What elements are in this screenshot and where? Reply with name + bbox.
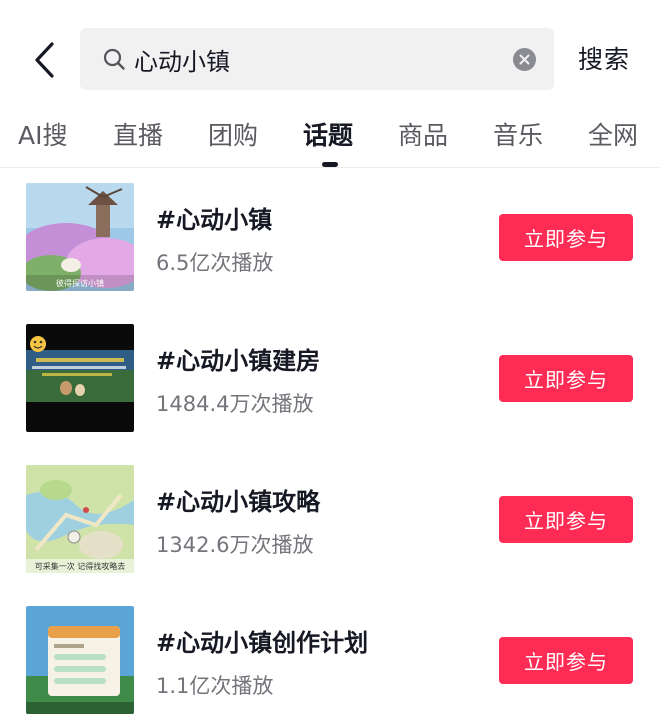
- topic-title: #心动小镇: [156, 206, 273, 234]
- clear-icon: [519, 54, 530, 65]
- search-icon: [103, 48, 125, 70]
- tab-all-web[interactable]: 全网: [588, 116, 638, 152]
- topic-thumbnail: 彼得探访小镇: [26, 183, 134, 291]
- join-topic-button[interactable]: 立即参与: [499, 355, 633, 402]
- tab-topics[interactable]: 话题: [303, 116, 353, 152]
- search-button[interactable]: 搜索: [578, 40, 630, 76]
- topic-play-count: 1.1亿次播放: [156, 674, 274, 698]
- join-topic-button[interactable]: 立即参与: [499, 637, 633, 684]
- topic-thumbnail: [26, 606, 134, 714]
- thumbnail-caption: 彼得探访小镇: [56, 278, 104, 288]
- topic-thumbnail: 可采集一次 记得找攻略去: [26, 465, 134, 573]
- topic-row[interactable]: 彼得探访小镇 #心动小镇 6.5亿次播放 立即参与: [0, 168, 660, 309]
- search-input[interactable]: [134, 38, 494, 80]
- tab-music[interactable]: 音乐: [493, 116, 543, 152]
- chevron-left-icon: [35, 42, 54, 78]
- clear-search-button[interactable]: [513, 48, 536, 71]
- topic-play-count: 6.5亿次播放: [156, 251, 274, 275]
- search-box[interactable]: [80, 28, 554, 90]
- topic-title: #心动小镇创作计划: [156, 629, 369, 657]
- topic-title: #心动小镇攻略: [156, 488, 321, 516]
- tab-group-buy[interactable]: 团购: [208, 116, 258, 152]
- search-header: 搜索: [0, 0, 660, 110]
- join-topic-button[interactable]: 立即参与: [499, 496, 633, 543]
- back-button[interactable]: [22, 36, 66, 84]
- thumbnail-caption: 可采集一次 记得找攻略去: [35, 561, 126, 571]
- tab-ai-search[interactable]: AI搜: [18, 116, 67, 152]
- topic-play-count: 1484.4万次播放: [156, 392, 314, 416]
- topic-play-count: 1342.6万次播放: [156, 533, 314, 557]
- topic-row[interactable]: #心动小镇创作计划 1.1亿次播放 立即参与: [0, 591, 660, 725]
- tab-live[interactable]: 直播: [113, 116, 163, 152]
- topic-row[interactable]: 可采集一次 记得找攻略去 #心动小镇攻略 1342.6万次播放 立即参与: [0, 450, 660, 591]
- topic-thumbnail: [26, 324, 134, 432]
- join-topic-button[interactable]: 立即参与: [499, 214, 633, 261]
- topic-title: #心动小镇建房: [156, 347, 321, 375]
- active-tab-indicator: [322, 162, 338, 167]
- topic-row[interactable]: #心动小镇建房 1484.4万次播放 立即参与: [0, 309, 660, 450]
- tab-products[interactable]: 商品: [398, 116, 448, 152]
- category-tabs: AI搜 直播 团购 话题 商品 音乐 全网: [0, 110, 660, 168]
